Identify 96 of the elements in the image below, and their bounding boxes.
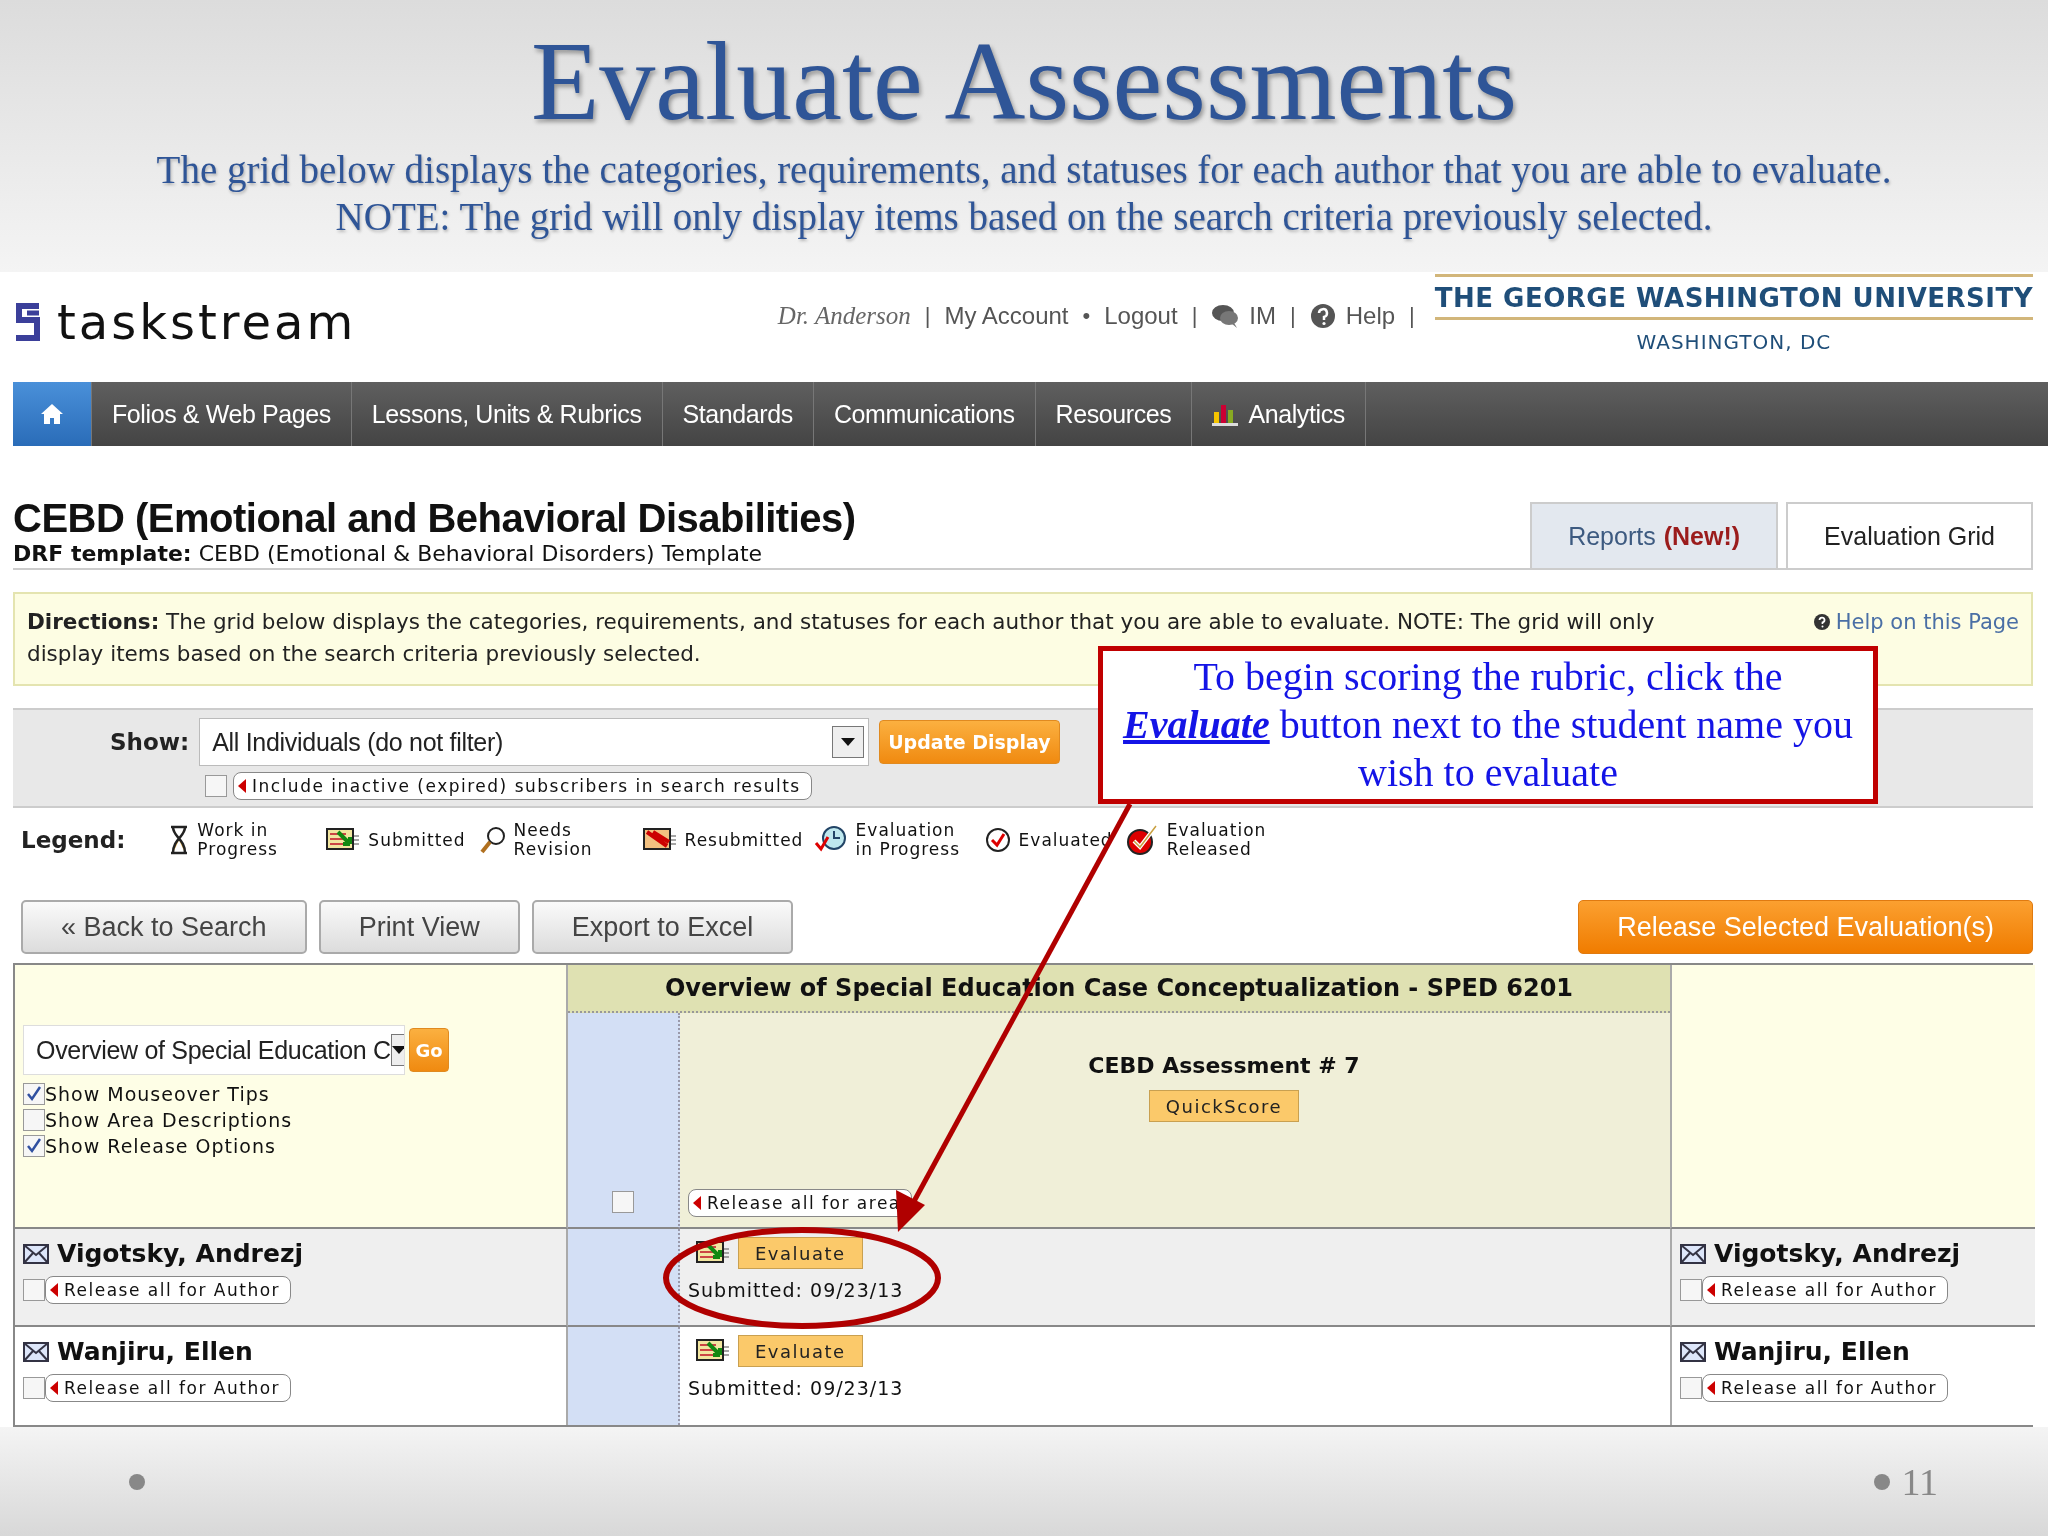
nav-tab[interactable]: Analytics: [1192, 382, 1366, 446]
area-dropdown[interactable]: Overview of Special Education C: [23, 1025, 405, 1075]
checkbox[interactable]: [23, 1377, 45, 1399]
logo-icon: [13, 303, 43, 341]
submission-status: Submitted: 09/23/13: [688, 1377, 905, 1399]
author-name: Wanjiru, Ellen: [1714, 1337, 1910, 1366]
submitted-icon: [696, 1339, 730, 1363]
checkbox[interactable]: [205, 775, 227, 797]
legend-text: Submitted: [368, 830, 466, 850]
university-location: WASHINGTON, DC: [1636, 330, 1832, 354]
release-author-button[interactable]: Release all for Author: [1702, 1374, 1949, 1402]
separator: |: [1409, 303, 1415, 329]
nav-tab[interactable]: Standards: [662, 382, 814, 446]
hourglass-icon: [169, 825, 190, 855]
resubmitted-icon: [642, 828, 677, 852]
new-label: (New!): [1663, 521, 1741, 551]
legend-text: Work in Progress: [197, 821, 279, 859]
pointer-icon: [1707, 1381, 1715, 1395]
envelope-icon: [1680, 1341, 1706, 1362]
legend-text: Evaluation Released: [1166, 821, 1268, 859]
magnifier-icon: [479, 826, 506, 854]
check-badge-icon: [1126, 824, 1159, 856]
bullet-icon: [1873, 1472, 1892, 1491]
submitted-icon: [326, 828, 361, 852]
option-label: Show Release Options: [45, 1135, 276, 1157]
legend-text: Resubmitted: [684, 830, 800, 850]
caret-icon: [841, 738, 856, 746]
chat-bubble-icon: [1211, 303, 1240, 329]
slide-subtitle: The grid below displays the categories, requirements, and statuses for each author that you are able to evaluate. NOTE: The grid will only display items based on the search criteria previously selected.: [155, 147, 1893, 240]
checkbox[interactable]: [23, 1109, 45, 1131]
separator: |: [1290, 303, 1296, 329]
checkbox[interactable]: [1680, 1279, 1702, 1301]
separator: |: [1191, 303, 1198, 329]
show-dropdown[interactable]: All Individuals (do not filter): [199, 718, 870, 766]
action-button[interactable]: Export to Excel: [531, 900, 794, 954]
pointer-icon: [50, 1381, 58, 1395]
evaluate-button[interactable]: Evaluate: [738, 1335, 863, 1367]
release-author-button[interactable]: Release all for Author: [45, 1276, 292, 1304]
header-link[interactable]: Logout: [1104, 302, 1178, 330]
template-line: DRF template: CEBD (Emotional & Behavioral Disorders) Template: [13, 541, 764, 566]
nav-tab[interactable]: Communications: [813, 382, 1036, 446]
show-label: Show:: [110, 729, 190, 755]
envelope-icon: [23, 1341, 49, 1362]
separator: |: [924, 303, 931, 329]
bullet-icon: [128, 1472, 146, 1491]
checkbox[interactable]: [23, 1135, 45, 1157]
slide-title: Evaluate Assessments: [530, 22, 1518, 140]
pointer-icon: [693, 1196, 701, 1210]
checkbox[interactable]: [1680, 1377, 1702, 1399]
help-page-link[interactable]: Help on this Page: [1813, 606, 2019, 638]
action-button[interactable]: Print View: [318, 900, 520, 954]
requirement-name: CEBD Assessment # 7: [1088, 1053, 1360, 1078]
checkbox[interactable]: [23, 1083, 45, 1105]
pointer-icon: [50, 1283, 58, 1297]
header-link[interactable]: My Account: [944, 302, 1069, 330]
pointer-icon: [1707, 1283, 1715, 1297]
submission-status: Submitted: 09/23/13: [688, 1279, 905, 1301]
evaluate-button[interactable]: Evaluate: [738, 1237, 863, 1269]
release-author-button[interactable]: Release all for Author: [1702, 1276, 1949, 1304]
help-icon: [1309, 303, 1336, 329]
help-link[interactable]: Help: [1309, 302, 1396, 330]
caret-icon: [391, 1046, 404, 1054]
home-tab[interactable]: [13, 382, 92, 446]
release-author-button[interactable]: Release all for Author: [45, 1374, 292, 1402]
pointer-icon: [238, 779, 246, 793]
release-area-button[interactable]: Release all for area: [688, 1189, 912, 1217]
checkbox[interactable]: [23, 1279, 45, 1301]
legend-text: Evaluation in Progress: [855, 821, 962, 859]
university-name: THE GEORGE WASHINGTON UNIVERSITY: [1434, 274, 2033, 320]
nav-tab[interactable]: Resources: [1035, 382, 1193, 446]
envelope-icon: [1680, 1243, 1706, 1264]
checkbox[interactable]: [612, 1191, 634, 1213]
tab[interactable]: Reports (New!): [1530, 502, 1779, 568]
envelope-icon: [23, 1243, 49, 1264]
home-icon: [40, 403, 64, 425]
legend-label: Legend:: [21, 827, 126, 853]
separator: •: [1082, 303, 1091, 329]
logo-text: taskstream: [57, 294, 357, 350]
author-name: Wanjiru, Ellen: [57, 1337, 253, 1366]
author-name: Vigotsky, Andrezj: [57, 1239, 303, 1268]
option-label: Show Mouseover Tips: [45, 1083, 270, 1105]
nav-tab[interactable]: Folios & Web Pages: [92, 382, 352, 446]
help-icon: [1813, 614, 1830, 630]
nav-tab[interactable]: Lessons, Units & Rubrics: [351, 382, 663, 446]
bar-chart-icon: [1212, 402, 1239, 426]
author-name: Vigotsky, Andrezj: [1714, 1239, 1960, 1268]
check-circle-icon: [984, 827, 1011, 853]
page-title: CEBD (Emotional and Behavioral Disabilities): [13, 496, 856, 541]
quickscore-button[interactable]: QuickScore: [1148, 1090, 1300, 1122]
option-label: Show Area Descriptions: [45, 1109, 293, 1131]
legend-text: Needs Revision: [513, 821, 594, 859]
page-number: 11: [1901, 1459, 1938, 1504]
action-button[interactable]: « Back to Search: [21, 900, 307, 954]
user-name: Dr. Anderson: [777, 302, 911, 330]
tab[interactable]: Evaluation Grid: [1786, 502, 2033, 568]
im-link[interactable]: IM: [1211, 302, 1276, 330]
